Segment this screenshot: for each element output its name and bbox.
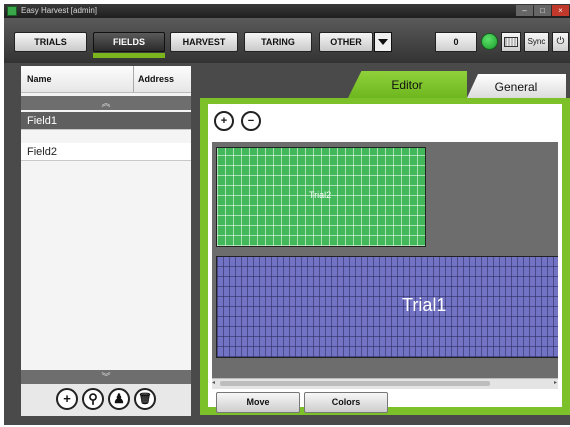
zoom-in-icon: + xyxy=(220,115,228,127)
chevron-down-icon xyxy=(378,39,388,45)
field-map[interactable]: Trial2 Trial1 xyxy=(212,142,558,378)
user-icon: ♟ xyxy=(113,391,125,406)
chevron-double-up-icon: ︽ xyxy=(101,98,111,108)
search-icon: ⚲ xyxy=(88,391,98,406)
taring-button[interactable]: TARING xyxy=(244,32,312,52)
scroll-left-icon: ◂ xyxy=(212,380,216,386)
panel-tabs: Editor General xyxy=(194,66,570,100)
sidebar-actions: + ⚲ ♟ 🗑 xyxy=(21,384,191,416)
fields-button[interactable]: FIELDS xyxy=(93,32,165,52)
window-title: Easy Harvest [admin] xyxy=(21,6,98,15)
power-icon: ⏻ xyxy=(556,36,565,47)
scrollbar-thumb[interactable] xyxy=(220,381,490,386)
app-icon xyxy=(7,6,17,16)
editor-actions: Move Colors xyxy=(216,392,562,413)
scroll-down-button[interactable]: ︾ xyxy=(21,370,191,384)
scroll-up-button[interactable]: ︽ xyxy=(21,96,191,110)
plus-icon: + xyxy=(63,391,71,406)
zoom-out-button[interactable]: − xyxy=(241,111,261,131)
power-button[interactable]: ⏻ xyxy=(552,32,569,52)
scroll-right-icon: ▸ xyxy=(553,380,557,386)
editor-panel: + − Trial2 Trial1 ◂ ▸ Move Colors xyxy=(200,98,570,415)
trial-label: Trial2 xyxy=(309,190,332,200)
other-button[interactable]: OTHER xyxy=(319,32,373,52)
counter-display: 0 xyxy=(435,32,477,52)
trial-plot-trial2[interactable]: Trial2 xyxy=(216,147,426,247)
active-tab-indicator xyxy=(93,53,165,58)
column-divider xyxy=(133,66,134,92)
connection-status-icon xyxy=(481,33,498,50)
main-toolbar: TRIALS FIELDS HARVEST TARING OTHER 0 Syn… xyxy=(4,18,570,63)
keyboard-icon xyxy=(504,36,518,47)
other-dropdown-button[interactable] xyxy=(374,32,392,52)
user-button[interactable]: ♟ xyxy=(108,388,130,410)
sync-button[interactable]: Sync xyxy=(524,32,549,52)
close-button[interactable]: × xyxy=(552,5,569,16)
list-item-field2[interactable]: Field2 xyxy=(21,143,191,161)
title-bar: Easy Harvest [admin] – □ × xyxy=(4,4,570,18)
horizontal-scrollbar[interactable]: ◂ ▸ xyxy=(212,378,558,389)
tab-general[interactable]: General xyxy=(466,74,566,100)
colors-button[interactable]: Colors xyxy=(304,392,388,413)
app-window: Easy Harvest [admin] – □ × TRIALS FIELDS… xyxy=(4,4,570,425)
list-header: Name Address xyxy=(21,66,191,93)
trash-icon: 🗑 xyxy=(138,393,152,405)
maximize-button[interactable]: □ xyxy=(534,5,551,16)
tab-editor[interactable]: Editor xyxy=(347,71,467,100)
search-field-button[interactable]: ⚲ xyxy=(82,388,104,410)
fields-sidebar: Name Address ︽ Field1 Field2 ︾ + ⚲ ♟ 🗑 xyxy=(21,66,191,416)
column-header-address[interactable]: Address xyxy=(138,74,174,84)
delete-field-button[interactable]: 🗑 xyxy=(134,388,156,410)
minimize-button[interactable]: – xyxy=(516,5,533,16)
add-field-button[interactable]: + xyxy=(56,388,78,410)
trial-label: Trial1 xyxy=(402,295,447,315)
zoom-in-button[interactable]: + xyxy=(214,111,234,131)
editor-canvas: + − Trial2 Trial1 ◂ ▸ Move Colors xyxy=(208,104,562,413)
chevron-double-down-icon: ︾ xyxy=(101,372,111,382)
trials-button[interactable]: TRIALS xyxy=(14,32,87,52)
keyboard-button[interactable] xyxy=(501,32,521,52)
list-item-field1[interactable]: Field1 xyxy=(21,112,191,130)
move-button[interactable]: Move xyxy=(216,392,300,413)
trial-plot-trial1[interactable]: Trial1 xyxy=(216,256,558,358)
harvest-button[interactable]: HARVEST xyxy=(170,32,238,52)
zoom-out-icon: − xyxy=(247,115,255,127)
column-header-name[interactable]: Name xyxy=(27,74,52,84)
